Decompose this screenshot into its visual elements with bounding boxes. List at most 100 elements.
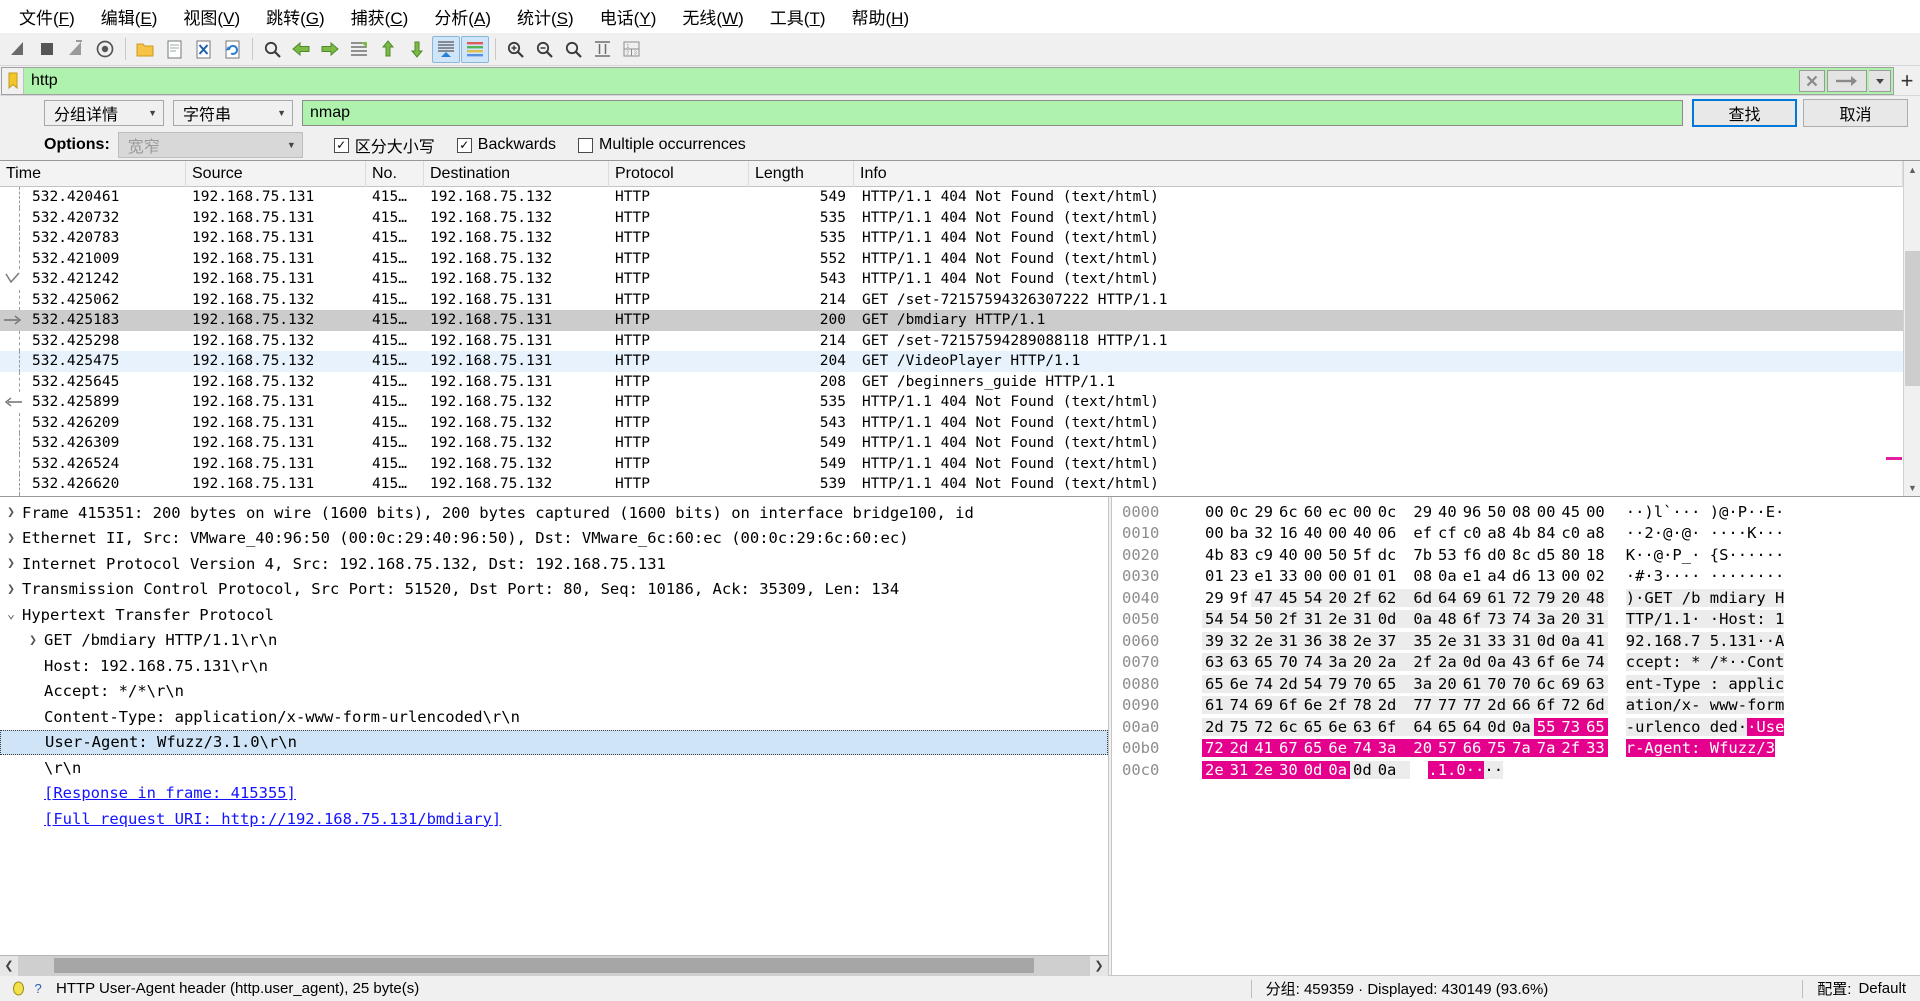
- menu-item-4[interactable]: 跳转(G): [253, 1, 338, 32]
- menu-item-5[interactable]: 捕获(C): [338, 1, 422, 32]
- detail-row[interactable]: ❯ GET /bmdiary HTTP/1.1\r\n: [0, 628, 1108, 654]
- scroll-right-arrow[interactable]: ❯: [1090, 955, 1108, 976]
- menu-item-7[interactable]: 统计(S): [504, 1, 587, 32]
- backwards-checkbox[interactable]: ✓ Backwards: [456, 136, 556, 154]
- detail-horizontal-scrollbar[interactable]: ❮ ❯: [0, 955, 1108, 976]
- chevron-right-icon[interactable]: ❯: [0, 582, 22, 597]
- column-header-time[interactable]: Time: [0, 161, 186, 187]
- add-filter-button[interactable]: +: [1894, 66, 1920, 95]
- scroll-down-arrow[interactable]: ▼: [1904, 479, 1920, 496]
- restart-capture-icon[interactable]: [62, 36, 90, 63]
- hex-row[interactable]: 00c0 2e 31 2e 30 0d 0a 0d 0a .1.0····: [1112, 759, 1920, 781]
- chevron-right-icon[interactable]: ❯: [0, 531, 22, 546]
- menu-item-11[interactable]: 帮助(H): [839, 1, 923, 32]
- column-header-length[interactable]: Length: [749, 161, 854, 187]
- table-row[interactable]: 532.426524 192.168.75.131 415… 192.168.75.1…: [0, 453, 1903, 474]
- column-header-source[interactable]: Source: [186, 161, 366, 187]
- table-row[interactable]: 532.425298 192.168.75.132 415… 192.168.75.1…: [0, 330, 1903, 351]
- hex-row[interactable]: 00b0 72 2d 41 67 65 6e 74 3a 20 57 66 75 7a 7a 2f 33 r-Ag…: [1112, 738, 1920, 760]
- colorize-icon[interactable]: [461, 35, 489, 63]
- menu-item-1[interactable]: 文件(F): [6, 1, 88, 32]
- table-row[interactable]: 532.421009 192.168.75.131 415… 192.168.75.1…: [0, 248, 1903, 269]
- hex-row[interactable]: 0080 65 6e 74 2d 54 79 70 65 3a 20 61 70 70 6c 69 63 ent-…: [1112, 673, 1920, 695]
- zoom-reset-icon[interactable]: [559, 36, 587, 63]
- packet-detail-tree[interactable]: ❯ Frame 415351: 200 bytes on wire (1600 b…: [0, 497, 1108, 955]
- scrollbar-thumb[interactable]: [54, 957, 1034, 973]
- table-row[interactable]: 532.421242 192.168.75.131 415… 192.168.75.1…: [0, 269, 1903, 290]
- table-row[interactable]: 532.428674192.168.75.132415…192.168.75.1…: [0, 494, 1903, 496]
- table-row[interactable]: 532.420461 192.168.75.131 415… 192.168.75.1…: [0, 187, 1903, 208]
- column-header-destination[interactable]: Destination: [424, 161, 609, 187]
- detail-row[interactable]: [Response in frame: 415355]: [0, 781, 1108, 807]
- packet-bytes-pane[interactable]: 0000 00 0c 29 6c 60 ec 00 0c 29 40 96 50 08 00 45 00 ··)l…: [1112, 497, 1920, 975]
- zoom-in-icon[interactable]: [501, 36, 529, 63]
- scroll-left-arrow[interactable]: ❮: [0, 955, 18, 976]
- packet-list-scrollbar[interactable]: ▲ ▼: [1903, 161, 1920, 496]
- table-row[interactable]: 532.426309 192.168.75.131 415… 192.168.75.1…: [0, 433, 1903, 454]
- table-row[interactable]: 532.425645 192.168.75.132 415… 192.168.75.1…: [0, 371, 1903, 392]
- narrow-wide-select[interactable]: 宽窄 ▼: [117, 132, 303, 158]
- status-profile-value[interactable]: Default: [1858, 980, 1906, 997]
- go-to-packet-icon[interactable]: [345, 36, 373, 63]
- clear-filter-icon[interactable]: [1799, 70, 1825, 92]
- reload-file-icon[interactable]: [218, 36, 246, 63]
- help-icon[interactable]: ?: [28, 981, 48, 996]
- chevron-right-icon[interactable]: ❯: [0, 505, 22, 520]
- packet-status-icon[interactable]: [8, 981, 28, 996]
- find-button[interactable]: 查找: [1692, 99, 1797, 127]
- go-back-icon[interactable]: [287, 36, 315, 63]
- find-search-type-select[interactable]: 字符串 ▼: [173, 100, 293, 126]
- detail-row[interactable]: Content-Type: application/x-www-form-url…: [0, 704, 1108, 730]
- detail-row[interactable]: ❯ Internet Protocol Version 4, Src: 192.1…: [0, 551, 1108, 577]
- chevron-down-icon[interactable]: ⌄: [0, 607, 22, 622]
- find-query-input[interactable]: nmap: [302, 100, 1683, 126]
- display-filter-input[interactable]: http: [1, 67, 1894, 95]
- table-row[interactable]: 532.425062 192.168.75.132 415… 192.168.75.1…: [0, 289, 1903, 310]
- hex-row[interactable]: 00a0 2d 75 72 6c 65 6e 63 6f 64 65 64 0d 0a 55 73 65 -url…: [1112, 716, 1920, 738]
- find-search-in-select[interactable]: 分组详情 ▼: [44, 100, 164, 126]
- menu-item-3[interactable]: 视图(V): [170, 1, 253, 32]
- hex-row[interactable]: 0020 4b 83 c9 40 00 50 5f dc 7b 53 f6 d0 8c d5 80 18 K··@…: [1112, 544, 1920, 566]
- hex-row[interactable]: 0060 39 32 2e 31 36 38 2e 37 35 2e 31 33 31 0d 0a 41 92.1…: [1112, 630, 1920, 652]
- hex-row[interactable]: 0090 61 74 69 6f 6e 2f 78 2d 77 77 77 2d 66 6f 72 6d atio…: [1112, 695, 1920, 717]
- table-row[interactable]: 532.420783 192.168.75.131 415… 192.168.75.1…: [0, 228, 1903, 249]
- scrollbar-track[interactable]: [18, 955, 1090, 976]
- detail-row[interactable]: Host: 192.168.75.131\r\n: [0, 653, 1108, 679]
- save-file-icon[interactable]: [160, 36, 188, 63]
- detail-row[interactable]: ❯ Frame 415351: 200 bytes on wire (1600 b…: [0, 500, 1108, 526]
- bookmark-icon[interactable]: [2, 68, 24, 94]
- table-row[interactable]: 532.425183 192.168.75.132 415… 192.168.75.1…: [0, 310, 1903, 331]
- detail-row[interactable]: ❯ Transmission Control Protocol, Src Port…: [0, 577, 1108, 603]
- detail-row[interactable]: User-Agent: Wfuzz/3.1.0\r\n: [0, 729, 1108, 755]
- menu-item-8[interactable]: 电话(Y): [587, 1, 670, 32]
- menu-item-2[interactable]: 编辑(E): [88, 1, 171, 32]
- open-file-icon[interactable]: [131, 36, 159, 63]
- chevron-right-icon[interactable]: ❯: [0, 556, 22, 571]
- cancel-button[interactable]: 取消: [1803, 99, 1908, 127]
- close-file-icon[interactable]: [189, 36, 217, 63]
- apply-filter-icon[interactable]: [1827, 70, 1867, 92]
- hex-row[interactable]: 0050 54 54 50 2f 31 2e 31 0d 0a 48 6f 73 74 3a 20 31 TTP/…: [1112, 609, 1920, 631]
- table-row[interactable]: 532.425475 192.168.75.132 415… 192.168.75.1…: [0, 351, 1903, 372]
- column-header-no[interactable]: No.: [366, 161, 424, 187]
- chevron-down-icon[interactable]: [1869, 70, 1891, 92]
- scroll-up-arrow[interactable]: ▲: [1904, 161, 1920, 178]
- table-row[interactable]: 532.426620 192.168.75.131 415… 192.168.75.1…: [0, 474, 1903, 495]
- resize-columns-icon[interactable]: [588, 36, 616, 63]
- hex-row[interactable]: 0000 00 0c 29 6c 60 ec 00 0c 29 40 96 50 08 00 45 00 ··)l…: [1112, 501, 1920, 523]
- go-to-last-icon[interactable]: [403, 36, 431, 63]
- hex-row[interactable]: 0030 01 23 e1 33 00 00 01 01 08 0a e1 a4 d6 13 00 02 ·#·3…: [1112, 566, 1920, 588]
- detail-row[interactable]: [Full request URI: http://192.168.75.131…: [0, 806, 1108, 832]
- menu-item-9[interactable]: 无线(W): [669, 1, 756, 32]
- menu-item-6[interactable]: 分析(A): [421, 1, 504, 32]
- zoom-out-icon[interactable]: [530, 36, 558, 63]
- layout-icon[interactable]: 123: [617, 36, 645, 63]
- table-row[interactable]: 532.420732 192.168.75.131 415… 192.168.75.1…: [0, 207, 1903, 228]
- capture-options-icon[interactable]: [91, 36, 119, 63]
- scrollbar-thumb[interactable]: [1905, 251, 1920, 386]
- go-forward-icon[interactable]: [316, 36, 344, 63]
- detail-row[interactable]: ⌄ Hypertext Transfer Protocol: [0, 602, 1108, 628]
- hex-row[interactable]: 0010 00 ba 32 16 40 00 40 06 ef cf c0 a8 4b 84 c0 a8 ··2·…: [1112, 523, 1920, 545]
- start-capture-icon[interactable]: [4, 36, 32, 63]
- case-sensitive-checkbox[interactable]: ✓ 区分大小写: [333, 133, 435, 157]
